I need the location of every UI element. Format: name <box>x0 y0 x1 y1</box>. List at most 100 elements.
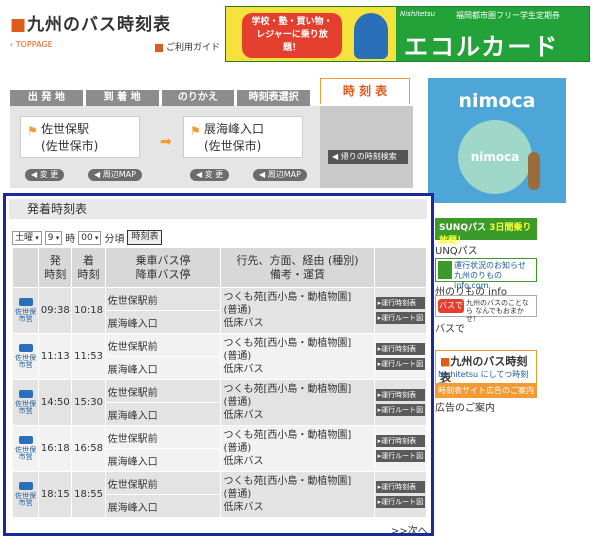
logo-text: 九州のバス時刻表 <box>27 15 172 35</box>
timetable-title: 発着時刻表 <box>9 199 427 219</box>
alighting-stop: 展海峰入口 <box>104 356 222 380</box>
student-illustration-icon <box>354 13 388 59</box>
tab-timetable-select[interactable]: 時刻表選択 <box>237 90 310 106</box>
tab-timetable[interactable]: 時 刻 表 <box>320 78 410 104</box>
arrival-time: 16:58 <box>71 425 106 472</box>
ad-guide-link[interactable]: 広告のご案内 <box>435 399 495 414</box>
from-stop-text: 佐世保駅 (佐世保市) <box>41 122 99 153</box>
bus-note: 低床バス <box>223 364 264 375</box>
button-cell: ▸運行時刻表 ▸運行ルート図 <box>373 287 428 334</box>
operation-timetable-button[interactable]: ▸運行時刻表 <box>375 389 425 401</box>
header-stops: 乗車バス停 降車バス停 <box>104 247 222 288</box>
table-row: 佐世保市営 16:18 16:58 佐世保駅前 つくも苑[西小島・動植物園] (普通) 低床… <box>11 425 428 472</box>
from-stop-box: ⚑ 佐世保駅 (佐世保市) <box>20 116 140 158</box>
ad-left-panel: 学校・塾・買い物・レジャーに乗り放題！ <box>226 7 396 61</box>
operator-cell: 佐世保市営 <box>11 333 40 380</box>
destination-cell: つくも苑[西小島・動植物園] (普通) 低床バス <box>220 379 375 426</box>
search-summary-panel: ⚑ 佐世保駅 (佐世保市) ➡ ⚑ 展海峰入口 (佐世保市) ◀ 変 更 ◀ 周… <box>10 106 413 188</box>
ad-big-text: エコルカード <box>404 33 560 61</box>
step-tabbar: 出 発 地 到 着 地 のりかえ 時刻表選択 <box>10 90 310 106</box>
timetable-table: 発 時刻 着 時刻 乗車バス停 降車バス停 行先、方面、経由 (種別) 備考・運… <box>11 247 428 518</box>
basude-banner-text: 九州のバスのことなら なんでもおまかせ！ <box>466 299 529 323</box>
guide-link[interactable]: ご利用ガイド <box>155 40 220 53</box>
operation-timetable-button[interactable]: ▸運行時刻表 <box>375 297 425 309</box>
bus-note: 低床バス <box>223 318 264 329</box>
button-cell: ▸運行時刻表 ▸運行ルート図 <box>373 471 428 518</box>
operator-cell: 佐世保市営 <box>11 287 40 334</box>
destination-text: つくも苑[西小島・動植物園] <box>223 476 352 487</box>
sunq-pass-banner[interactable]: SUNQパス 3日間乗り放題！ <box>435 218 537 246</box>
ecolcard-ad-banner[interactable]: 学校・塾・買い物・レジャーに乗り放題！ Nishitetsu 福岡都市圏フリー学… <box>225 6 590 62</box>
ad-guide-bar: 時刻表サイト広告のご案内 <box>436 383 536 398</box>
to-stop-text: 展海峰入口 (佐世保市) <box>204 122 265 153</box>
operator-name: 佐世保市営 <box>15 308 37 323</box>
tab-arrival[interactable]: 到 着 地 <box>85 90 159 106</box>
destination-cell: つくも苑[西小島・動植物園] (普通) 低床バス <box>220 333 375 380</box>
destination-text: つくも苑[西小島・動植物園] <box>223 338 352 349</box>
arrival-time: 10:18 <box>71 287 106 334</box>
arrival-time: 11:53 <box>71 333 106 380</box>
change-from-button[interactable]: ◀ 変 更 <box>25 169 65 181</box>
destination-cell: つくも苑[西小島・動植物園] (普通) 低床バス <box>220 425 375 472</box>
destination-text: つくも苑[西小島・動植物園] <box>223 384 352 395</box>
ad-guide-banner[interactable]: ■九州のバス時刻表 Nishitetsu にしてつ時刻表 時刻表サイト広告のご案… <box>435 350 537 398</box>
button-cell: ▸運行時刻表 ▸運行ルート図 <box>373 379 428 426</box>
boarding-stop: 佐世保駅前 <box>104 287 222 311</box>
operation-timetable-button[interactable]: ▸運行時刻表 <box>375 481 425 493</box>
departure-flag-icon: ⚑ <box>27 124 38 138</box>
operation-timetable-button[interactable]: ▸運行時刻表 <box>375 343 425 355</box>
return-panel <box>320 106 413 188</box>
departure-time: 14:50 <box>38 379 73 426</box>
boarding-stop: 佐世保駅前 <box>104 425 222 449</box>
button-cell: ▸運行時刻表 ▸運行ルート図 <box>373 333 428 380</box>
alighting-stop: 展海峰入口 <box>104 448 222 472</box>
nimoca-title: nimoca <box>458 90 536 112</box>
basude-banner[interactable]: バスで 九州のバスのことなら なんでもおまかせ！ <box>435 295 537 323</box>
button-cell: ▸運行時刻表 ▸運行ルート図 <box>373 425 428 472</box>
bus-icon <box>18 436 33 444</box>
toppage-link[interactable]: ‹ TOPPAGE <box>10 40 53 49</box>
sunq-link[interactable]: UNQパス <box>435 242 478 257</box>
route-map-button[interactable]: ▸運行ルート図 <box>375 496 425 508</box>
route-map-button[interactable]: ▸運行ルート図 <box>375 404 425 416</box>
route-map-button[interactable]: ▸運行ルート図 <box>375 358 425 370</box>
header-icon <box>11 247 40 288</box>
info-com-banner[interactable]: 運行状況のお知らせ 九州のりもの info.com <box>435 258 537 290</box>
service-type: (普通) <box>223 489 252 500</box>
departure-time: 18:15 <box>38 471 73 518</box>
alighting-stop: 展海峰入口 <box>104 310 222 334</box>
map-to-button[interactable]: ◀ 周辺MAP <box>253 169 307 181</box>
route-map-button[interactable]: ▸運行ルート図 <box>375 450 425 462</box>
show-timetable-button[interactable]: 時刻表 <box>127 230 163 245</box>
site-logo[interactable]: ■九州のバス時刻表 <box>10 10 171 35</box>
tab-transfer[interactable]: のりかえ <box>161 90 235 106</box>
bus-icon <box>18 344 33 352</box>
hour-select[interactable]: 9 <box>44 230 63 245</box>
destination-text: つくも苑[西小島・動植物園] <box>223 430 352 441</box>
ferret-mascot-icon <box>528 152 540 190</box>
route-map-button[interactable]: ▸運行ルート図 <box>375 312 425 324</box>
boarding-stop: 佐世保駅前 <box>104 333 222 357</box>
map-from-button[interactable]: ◀ 周辺MAP <box>88 169 142 181</box>
arrow-icon <box>155 43 163 52</box>
next-link[interactable]: >>次へ <box>391 522 428 537</box>
change-to-button[interactable]: ◀ 変 更 <box>190 169 230 181</box>
header-arrival: 着 時刻 <box>71 247 106 288</box>
nimoca-ad-banner[interactable]: nimoca nimoca <box>428 78 566 203</box>
nimoca-card-label: nimoca <box>470 150 520 164</box>
tab-departure[interactable]: 出 発 地 <box>10 90 83 106</box>
departure-time: 11:13 <box>38 333 73 380</box>
day-select[interactable]: 土曜 <box>12 230 42 245</box>
return-search-button[interactable]: ◀ 帰りの時刻検索 <box>328 150 408 164</box>
ad-small-text: 福岡都市圏フリー学生定期券 <box>456 11 560 20</box>
arrow-right-icon: ➡ <box>160 134 172 150</box>
minute-select[interactable]: 00 <box>78 230 102 245</box>
basude-link[interactable]: バスで <box>435 320 465 335</box>
bus-note: 低床バス <box>223 502 264 513</box>
sunq-label: SUNQパス <box>439 223 486 233</box>
table-row: 佐世保市営 18:15 18:55 佐世保駅前 つくも苑[西小島・動植物園] (普通) 低床… <box>11 471 428 518</box>
operation-timetable-button[interactable]: ▸運行時刻表 <box>375 435 425 447</box>
bus-note: 低床バス <box>223 410 264 421</box>
ad-right-panel: Nishitetsu 福岡都市圏フリー学生定期券 エコルカード <box>396 7 589 61</box>
minute-label: 分頃 <box>104 234 125 245</box>
